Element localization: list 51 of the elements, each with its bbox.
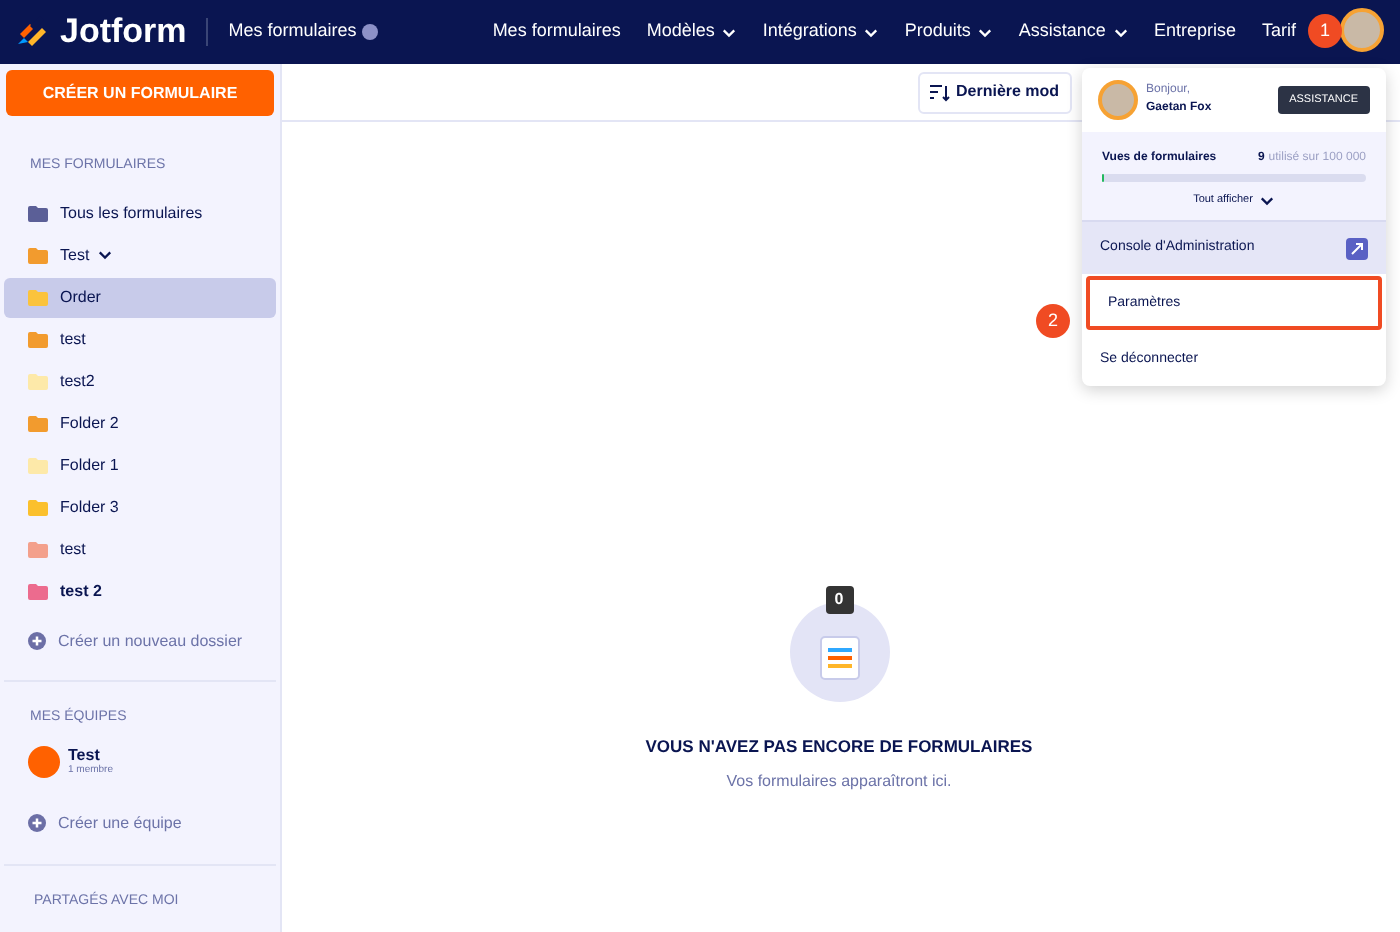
- folder-label: Order: [60, 285, 101, 309]
- folder-label: test: [60, 537, 86, 561]
- chevron-down-icon: [864, 27, 879, 37]
- folder-label: test: [60, 327, 86, 351]
- team-avatar-icon: [28, 746, 60, 779]
- folder-label: Folder 1: [60, 453, 119, 477]
- folder-label: Folder 2: [60, 411, 119, 435]
- folder-label: Test: [60, 243, 112, 267]
- avatar-icon[interactable]: [1340, 8, 1384, 52]
- logo-text: Jotform: [60, 10, 187, 55]
- folder-label: test2: [60, 369, 95, 393]
- count-badge: 0: [825, 586, 853, 614]
- sort-button[interactable]: Dernière mod: [918, 71, 1072, 113]
- folder-label: test 2: [60, 579, 102, 603]
- folder-item[interactable]: Folder 1: [4, 445, 276, 485]
- chevron-down-icon: [1113, 27, 1128, 37]
- add-icon: [28, 632, 46, 650]
- nav-link[interactable]: Modèles: [646, 18, 737, 46]
- chevron-down-icon: [978, 27, 993, 37]
- chevron-down-icon: [97, 250, 112, 260]
- folder-item[interactable]: test 2: [4, 571, 276, 611]
- team-name[interactable]: Test: [68, 746, 114, 764]
- sort-icon: [930, 83, 950, 101]
- folder-label: Tous les formulaires: [60, 201, 203, 225]
- folder-item[interactable]: test2: [4, 361, 276, 401]
- form-document-icon: [819, 636, 859, 680]
- nav-link[interactable]: Entreprise: [1153, 18, 1236, 46]
- avatar-icon: [1098, 80, 1138, 120]
- new-folder-link[interactable]: Créer un nouveau dossier: [58, 629, 243, 653]
- nav-link[interactable]: Tarif: [1261, 18, 1296, 46]
- folder-item[interactable]: Order: [4, 277, 276, 317]
- folder-item[interactable]: Test: [4, 235, 276, 275]
- nav-link[interactable]: Intégrations: [762, 18, 879, 46]
- folder-item[interactable]: Folder 2: [4, 403, 276, 443]
- folder-item[interactable]: test: [4, 319, 276, 359]
- nav-link[interactable]: Mes formulaires: [492, 18, 621, 46]
- step-marker: 2: [1036, 304, 1070, 338]
- folder-item[interactable]: Tous les formulaires: [4, 193, 276, 233]
- breadcrumb-link[interactable]: Mes formulaires: [228, 18, 357, 46]
- folder-item[interactable]: Folder 3: [4, 487, 276, 527]
- nav-link[interactable]: Assistance: [1018, 18, 1128, 46]
- folder-item[interactable]: test: [4, 529, 276, 569]
- nav-link[interactable]: Produits: [904, 18, 993, 46]
- empty-state-subtitle: Vos formulaires apparaîtront ici.: [726, 769, 952, 794]
- folder-label: Folder 3: [60, 495, 119, 519]
- add-icon: [28, 814, 46, 832]
- chevron-down-icon: [722, 27, 737, 37]
- info-icon: [362, 24, 379, 40]
- empty-state-title: VOUS N'AVEZ PAS ENCORE DE FORMULAIRES: [645, 734, 1033, 760]
- chevron-down-icon: [1260, 195, 1275, 206]
- new-team-link[interactable]: Créer une équipe: [58, 811, 182, 835]
